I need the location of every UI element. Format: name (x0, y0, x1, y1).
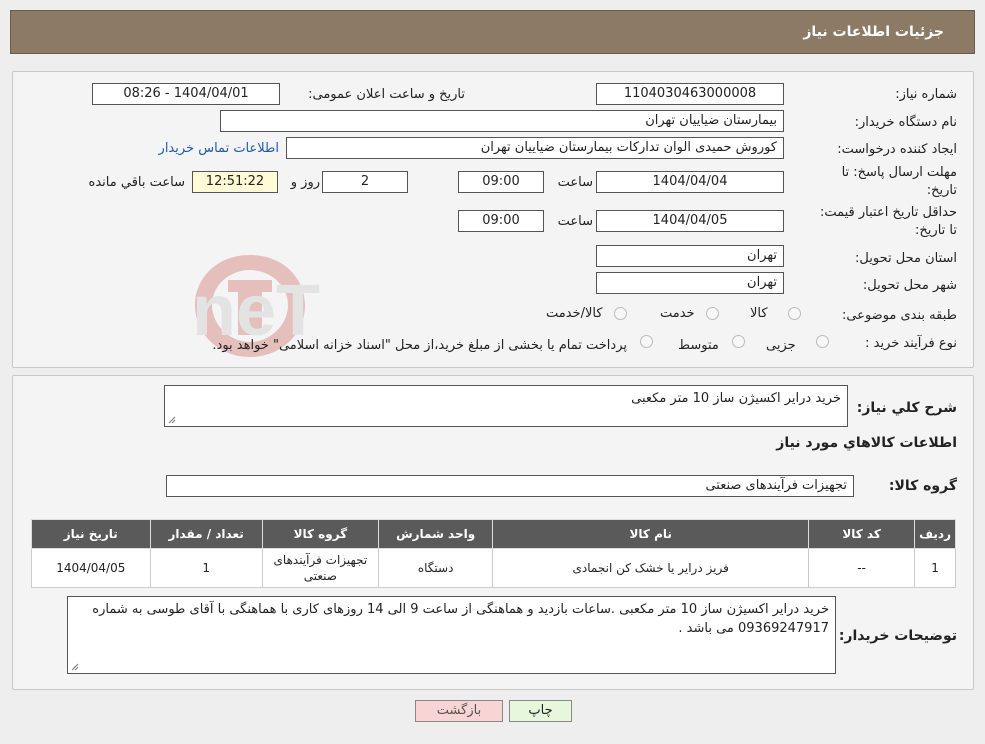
col-unit: واحد شمارش (377, 519, 494, 549)
price-validity-date-field: 1404/04/05 (596, 210, 784, 232)
days-remaining-field: 2 (322, 171, 408, 193)
deadline-date-field: 1404/04/04 (596, 171, 784, 193)
city-field: تهران (596, 272, 784, 294)
goods-group-field: تجهیزات فرآیندهای صنعتی (166, 475, 854, 497)
remaining-time-field: 12:51:22 (192, 171, 278, 193)
need-number-label: شماره نیاز: (895, 87, 957, 102)
deadline-label: مهلت ارسال پاسخ: تا تاریخ: (841, 165, 957, 198)
purchase-type-minor-label: جزیی (766, 338, 796, 353)
goods-info-title: اطلاعات کالاهاي مورد نياز (776, 435, 957, 451)
purchase-type-medium-label: متوسط (678, 338, 719, 353)
category-goods-service-radio[interactable] (614, 307, 627, 320)
cell-row: 1 (914, 548, 956, 588)
cell-code: -- (808, 548, 916, 588)
col-code: کد کالا (808, 519, 916, 549)
summary-text: خرید درایر اکسیژن ساز 10 متر مکعبی (631, 391, 841, 406)
col-date: تاریخ نیاز (31, 519, 151, 549)
category-goods-radio[interactable] (788, 307, 801, 320)
days-label: روز و (290, 175, 320, 190)
summary-textarea[interactable]: خرید درایر اکسیژن ساز 10 متر مکعبی (164, 385, 848, 427)
province-field: تهران (596, 245, 784, 267)
price-validity-time-label: ساعت (557, 214, 593, 229)
table-header-row: ردیف کد کالا نام کالا واحد شمارش گروه کا… (31, 519, 956, 549)
purchase-type-medium-radio[interactable] (732, 335, 745, 348)
requester-field: کوروش حمیدی الوان تداركات بيمارستان ضیای… (286, 137, 784, 159)
deadline-time-field: 09:00 (458, 171, 544, 193)
table-row: 1 -- فریز درایر یا خشک کن انجمادی دستگاه… (31, 548, 956, 588)
buyer-contact-link[interactable]: اطلاعات تماس خریدار (159, 141, 279, 156)
category-goods-service-label: کالا/خدمت (546, 306, 603, 321)
announce-label: تاریخ و ساعت اعلان عمومی: (308, 87, 465, 102)
goods-table: ردیف کد کالا نام کالا واحد شمارش گروه کا… (31, 519, 956, 588)
page-header: جزئیات اطلاعات نیاز (10, 10, 975, 54)
col-name: نام کالا (492, 519, 810, 549)
resize-grip-icon (71, 663, 79, 671)
buyer-org-label: نام دستگاه خریدار: (854, 115, 957, 130)
col-group: گروه کالا (261, 519, 380, 549)
price-validity-label: حداقل تاریخ اعتبار قیمت: تا تاریخ: (819, 205, 957, 238)
col-quantity: تعداد / مقدار (149, 519, 263, 549)
city-label: شهر محل تحویل: (862, 278, 957, 293)
announce-field: 1404/04/01 - 08:26 (92, 83, 280, 105)
cell-quantity: 1 (149, 548, 263, 588)
buyer-notes-textarea[interactable]: خرید درایر اکسیژن ساز 10 متر مکعبی .ساعا… (67, 596, 836, 674)
buyer-org-field: بیمارستان ضیاییان تهران (220, 110, 784, 132)
treasury-payment-checkbox[interactable] (640, 335, 653, 348)
province-label: استان محل تحویل: (855, 251, 957, 266)
summary-label: شرح کلي نياز: (856, 400, 957, 416)
requester-label: ایجاد کننده درخواست: (837, 142, 957, 157)
cell-unit: دستگاه (377, 548, 494, 588)
page-title: جزئیات اطلاعات نیاز (803, 24, 944, 40)
category-label: طبقه بندی موضوعی: (841, 308, 957, 323)
category-service-label: خدمت (660, 306, 695, 321)
cell-name: فریز درایر یا خشک کن انجمادی (492, 548, 810, 588)
cell-date: 1404/04/05 (31, 548, 151, 588)
deadline-time-label: ساعت (557, 175, 593, 190)
treasury-payment-note: پرداخت تمام یا بخشی از مبلغ خرید،از محل … (212, 338, 627, 353)
resize-grip-icon (168, 416, 176, 424)
category-service-radio[interactable] (706, 307, 719, 320)
purchase-type-minor-radio[interactable] (816, 335, 829, 348)
print-button[interactable]: چاپ (509, 700, 572, 722)
buyer-notes-label: توضیحات خریدار: (838, 628, 957, 644)
buyer-notes-text: خرید درایر اکسیژن ساز 10 متر مکعبی .ساعا… (92, 602, 829, 636)
back-button[interactable]: بازگشت (415, 700, 503, 722)
cell-group: تجهیزات فرآیندهای صنعتی (261, 548, 380, 588)
goods-group-label: گروه کالا: (888, 478, 957, 494)
category-goods-label: کالا (750, 306, 768, 321)
price-validity-time-field: 09:00 (458, 210, 544, 232)
need-number-field: 1104030463000008 (596, 83, 784, 105)
remaining-label: ساعت باقي مانده (88, 175, 185, 190)
col-row: ردیف (914, 519, 956, 549)
purchase-type-label: نوع فرآیند خرید : (865, 336, 957, 351)
